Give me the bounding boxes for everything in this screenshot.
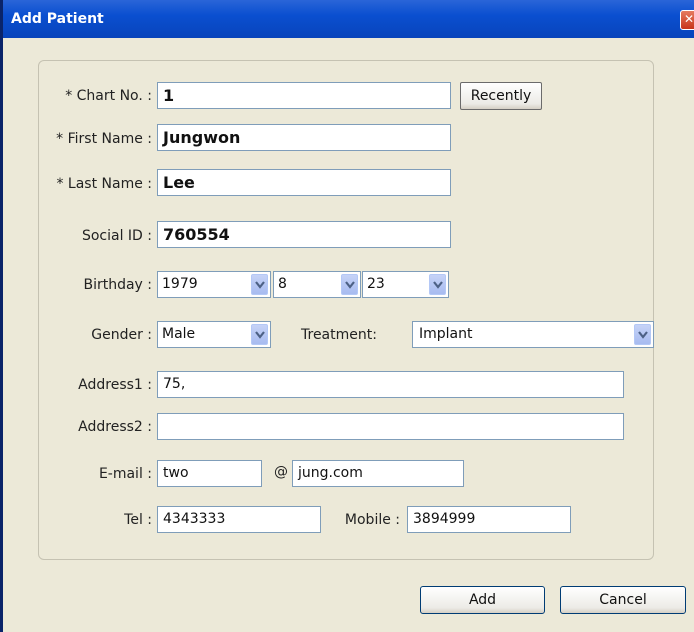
close-button[interactable]: ✕ xyxy=(680,10,694,30)
first-name-field[interactable]: Jungwon xyxy=(157,124,451,151)
treatment-label: Treatment: xyxy=(301,327,377,343)
tel-field[interactable]: 4343333 xyxy=(157,506,321,533)
recently-button[interactable]: Recently xyxy=(460,82,542,110)
last-name-label: * Last Name : xyxy=(56,176,152,192)
mobile-label: Mobile : xyxy=(344,512,400,528)
social-id-field[interactable]: 760554 xyxy=(157,221,451,248)
email-user-field[interactable]: two xyxy=(157,460,262,487)
birthday-day-select[interactable]: 23 xyxy=(362,271,449,298)
first-name-label: * First Name : xyxy=(56,131,152,147)
chevron-down-icon[interactable] xyxy=(634,324,651,345)
gender-select[interactable]: Male xyxy=(157,321,271,348)
cancel-button[interactable]: Cancel xyxy=(560,586,686,614)
mobile-field[interactable]: 3894999 xyxy=(407,506,571,533)
address2-label: Address2 : xyxy=(78,419,152,435)
birthday-day-value: 23 xyxy=(367,276,385,292)
last-name-field[interactable]: Lee xyxy=(157,169,451,196)
birthday-month-value: 8 xyxy=(278,276,287,292)
close-icon: ✕ xyxy=(683,12,694,26)
email-domain-field[interactable]: jung.com xyxy=(292,460,464,487)
chevron-down-icon[interactable] xyxy=(341,274,358,295)
birthday-month-select[interactable]: 8 xyxy=(273,271,361,298)
treatment-select[interactable]: Implant xyxy=(412,321,654,348)
social-id-label: Social ID : xyxy=(81,228,152,244)
chevron-down-icon[interactable] xyxy=(429,274,446,295)
window-title: Add Patient xyxy=(11,11,104,27)
email-label: E-mail : xyxy=(98,466,152,482)
email-at-symbol: @ xyxy=(274,464,288,480)
tel-label: Tel : xyxy=(124,512,152,528)
add-button[interactable]: Add xyxy=(420,586,545,614)
birthday-year-select[interactable]: 1979 xyxy=(157,271,271,298)
gender-value: Male xyxy=(162,326,196,342)
gender-label: Gender : xyxy=(91,327,152,343)
chart-no-label: * Chart No. : xyxy=(65,88,152,104)
address2-field[interactable] xyxy=(157,413,624,440)
address1-field[interactable]: 75, xyxy=(157,371,624,398)
chevron-down-icon[interactable] xyxy=(251,274,268,295)
address1-label: Address1 : xyxy=(78,377,152,393)
chevron-down-icon[interactable] xyxy=(251,324,268,345)
chart-no-field[interactable]: 1 xyxy=(157,82,451,109)
birthday-label: Birthday : xyxy=(83,277,152,293)
treatment-value: Implant xyxy=(419,326,473,342)
birthday-year-value: 1979 xyxy=(162,276,198,292)
add-patient-dialog: Add Patient ✕ * Chart No. : 1 Recently *… xyxy=(0,0,694,632)
title-bar: Add Patient xyxy=(3,0,694,38)
